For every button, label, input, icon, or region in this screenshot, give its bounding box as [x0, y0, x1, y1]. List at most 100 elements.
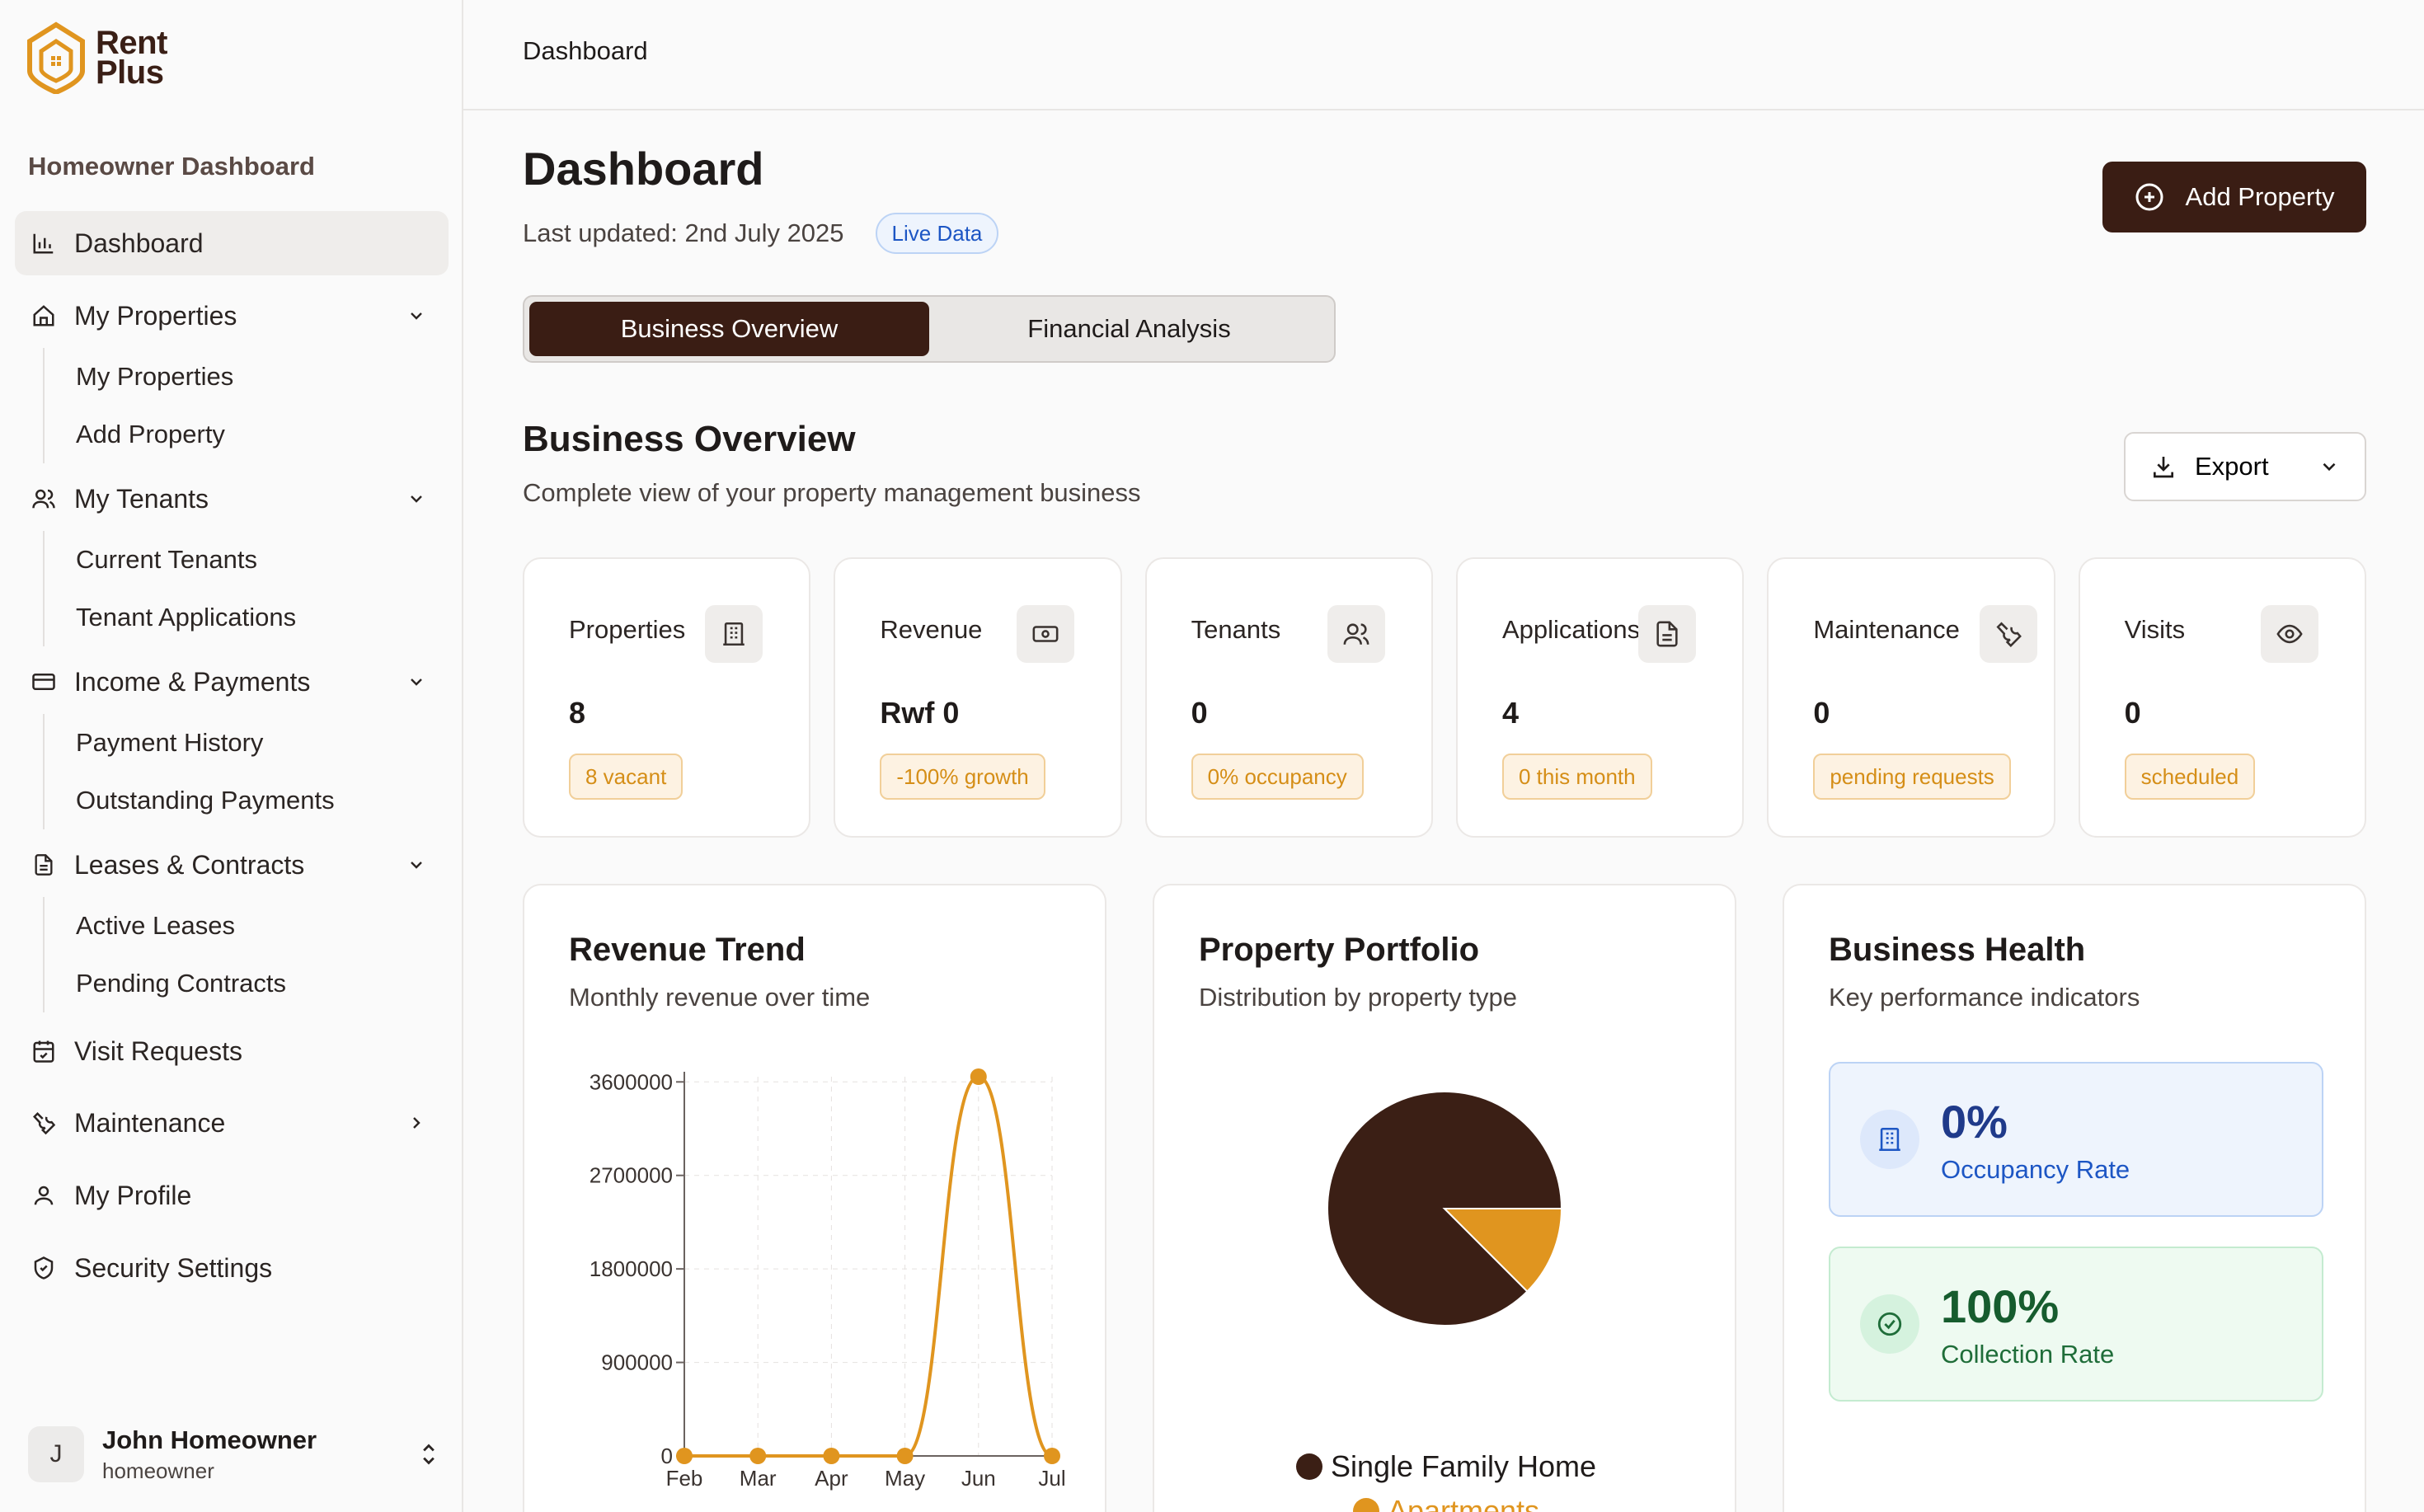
live-data-badge: Live Data [875, 213, 999, 254]
stat-value: 4 [1501, 696, 1520, 730]
house-shield-icon [27, 21, 85, 94]
sidebar-item-label: Income & Payments [74, 666, 311, 697]
sidebar-item-dashboard[interactable]: Dashboard [15, 211, 449, 275]
chevron-down-icon[interactable] [402, 485, 430, 513]
sidebar-item-label: Maintenance [74, 1107, 226, 1138]
sidebar-item-label: Dashboard [74, 228, 204, 258]
legend-swatch [1295, 1453, 1322, 1480]
sidebar-item-label: Security Settings [74, 1252, 273, 1283]
sidebar-nav: Dashboard My Properties My Properties Ad… [15, 211, 449, 1304]
sidebar-item-maintenance[interactable]: Maintenance [15, 1087, 449, 1159]
data-point[interactable] [676, 1448, 693, 1464]
stat-card-properties[interactable]: Properties 8 8 vacant [523, 557, 811, 838]
page-subtitle: Last updated: 2nd July 2025 Live Data [523, 213, 999, 254]
data-point[interactable] [1044, 1448, 1060, 1464]
revenue-series-line [684, 1074, 1053, 1458]
sidebar-subitem-my-properties[interactable]: My Properties [76, 348, 449, 406]
x-tick-label: May [885, 1466, 925, 1491]
avatar: J [28, 1426, 84, 1482]
submenu-my-properties: My Properties Add Property [43, 348, 449, 463]
sidebar-item-label: My Properties [74, 300, 237, 331]
submenu-my-tenants: Current Tenants Tenant Applications [43, 531, 449, 646]
page-title: Dashboard [523, 143, 764, 195]
stat-card-revenue[interactable]: Revenue Rwf 0 -100% growth [834, 557, 1122, 838]
file-text-icon [30, 851, 58, 879]
stat-value: 0 [2124, 696, 2141, 730]
business-health-panel: Business Health Key performance indicato… [1783, 884, 2366, 1512]
plus-circle-icon [2135, 183, 2163, 211]
stat-value: 0 [1813, 696, 1830, 730]
sidebar-subitem-current-tenants[interactable]: Current Tenants [76, 531, 449, 589]
download-icon [2154, 457, 2173, 478]
legend-swatch [1352, 1498, 1379, 1512]
y-tick-label: 900000 [601, 1350, 673, 1375]
data-point[interactable] [823, 1448, 840, 1464]
sidebar-item-label: My Tenants [74, 483, 209, 514]
sidebar-subitem-outstanding-payments[interactable]: Outstanding Payments [76, 772, 449, 829]
tab-financial-analysis[interactable]: Financial Analysis [929, 302, 1329, 356]
sidebar-item-label: Leases & Contracts [74, 849, 305, 880]
sidebar-item-my-profile[interactable]: My Profile [15, 1159, 449, 1232]
user-icon [30, 1181, 58, 1209]
sidebar-subitem-add-property[interactable]: Add Property [76, 406, 449, 463]
brand-name: Rent Plus [96, 26, 167, 89]
last-updated: Last updated: 2nd July 2025 [523, 218, 844, 247]
tab-business-overview[interactable]: Business Overview [529, 302, 929, 356]
document-icon [1638, 605, 1697, 663]
user-menu[interactable]: J John Homeowner homeowner [28, 1421, 440, 1487]
stat-card-tenants[interactable]: Tenants 0 0% occupancy [1144, 557, 1433, 838]
stat-value: 0 [1191, 696, 1208, 730]
stat-badge: pending requests [1813, 754, 2011, 800]
stat-label: Visits [2124, 615, 2186, 644]
chevron-right-icon[interactable] [402, 1109, 430, 1137]
breadcrumb: Dashboard [523, 36, 648, 65]
chevron-down-icon[interactable] [402, 851, 430, 879]
submenu-income-payments: Payment History Outstanding Payments [43, 714, 449, 829]
stat-value: Rwf 0 [880, 696, 960, 730]
sidebar-subitem-pending-contracts[interactable]: Pending Contracts [76, 955, 449, 1012]
user-name: John Homeowner [102, 1425, 317, 1454]
stat-card-visits[interactable]: Visits 0 scheduled [2078, 557, 2366, 838]
sidebar-item-income-payments[interactable]: Income & Payments [15, 650, 449, 714]
add-property-button[interactable]: Add Property [2102, 162, 2366, 232]
panel-subtitle: Key performance indicators [1829, 983, 2140, 1012]
topbar: Dashboard [463, 0, 2424, 110]
section-subtitle: Complete view of your property managemen… [523, 478, 1141, 507]
x-tick-label: Mar [740, 1466, 777, 1491]
stat-badge: 8 vacant [569, 754, 684, 800]
chevron-down-icon [2323, 463, 2336, 472]
y-tick-label: 1800000 [590, 1256, 673, 1281]
data-point[interactable] [970, 1068, 987, 1085]
stat-card-applications[interactable]: Applications 4 0 this month [1455, 557, 1745, 838]
kpi-value: 0% [1941, 1095, 2008, 1148]
sidebar-item-leases-contracts[interactable]: Leases & Contracts [15, 833, 449, 897]
stat-badge: 0 this month [1501, 754, 1652, 800]
brand-logo[interactable]: Rent Plus [26, 21, 167, 94]
chevrons-up-down-icon[interactable] [417, 1439, 440, 1473]
data-point[interactable] [749, 1448, 767, 1464]
sidebar-item-visit-requests[interactable]: Visit Requests [15, 1016, 449, 1087]
x-tick-label: Jun [961, 1466, 996, 1491]
sidebar-item-label: Visit Requests [74, 1035, 242, 1066]
sidebar-subitem-payment-history[interactable]: Payment History [76, 714, 449, 772]
home-icon [30, 302, 58, 330]
data-point[interactable] [896, 1448, 914, 1464]
legend-item[interactable]: Single Family Home [1154, 1449, 1738, 1484]
y-tick-label: 2700000 [590, 1163, 673, 1188]
stat-badge: -100% growth [880, 754, 1045, 800]
stat-value: 8 [569, 696, 586, 730]
property-portfolio-panel: Property Portfolio Distribution by prope… [1153, 884, 1736, 1512]
chevron-down-icon[interactable] [402, 668, 430, 696]
sidebar-item-security-settings[interactable]: Security Settings [15, 1232, 449, 1304]
sidebar-subitem-active-leases[interactable]: Active Leases [76, 897, 449, 955]
legend-item[interactable]: Apartments [1154, 1494, 1738, 1512]
y-tick-label: 3600000 [590, 1069, 673, 1094]
chevron-down-icon[interactable] [402, 302, 430, 330]
sidebar: Rent Plus Homeowner Dashboard Dashboard … [0, 0, 463, 1512]
stat-card-maintenance[interactable]: Maintenance 0 pending requests [1767, 557, 2055, 838]
y-tick-label: 0 [661, 1444, 673, 1468]
export-button[interactable]: Export [2124, 432, 2366, 501]
sidebar-item-my-properties[interactable]: My Properties [15, 284, 449, 348]
sidebar-item-my-tenants[interactable]: My Tenants [15, 467, 449, 531]
sidebar-subitem-tenant-applications[interactable]: Tenant Applications [76, 589, 449, 646]
